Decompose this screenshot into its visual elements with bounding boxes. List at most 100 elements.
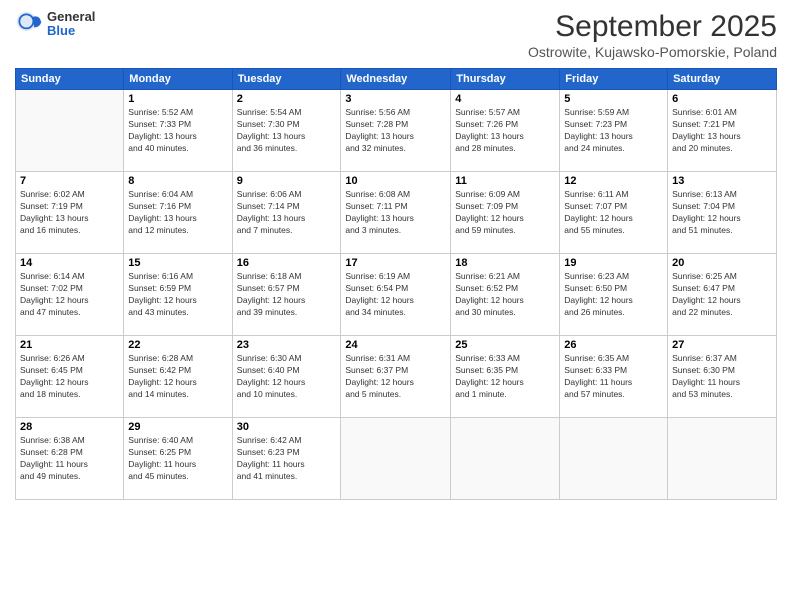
day-info: Sunrise: 6:21 AM Sunset: 6:52 PM Dayligh… bbox=[455, 271, 555, 319]
weekday-header-row: SundayMondayTuesdayWednesdayThursdayFrid… bbox=[16, 69, 777, 90]
calendar-cell: 23Sunrise: 6:30 AM Sunset: 6:40 PM Dayli… bbox=[232, 336, 341, 418]
day-number: 28 bbox=[20, 421, 119, 433]
day-number: 17 bbox=[345, 257, 446, 269]
day-info: Sunrise: 5:52 AM Sunset: 7:33 PM Dayligh… bbox=[128, 107, 227, 155]
day-info: Sunrise: 6:06 AM Sunset: 7:14 PM Dayligh… bbox=[237, 189, 337, 237]
calendar-cell: 25 Sunrise: 6:33 AM Sunset: 6:35 PM Dayli… bbox=[451, 336, 560, 418]
day-number: 26 bbox=[564, 339, 663, 351]
calendar-cell: 10 Sunrise: 6:08 AM Sunset: 7:11 PM Dayli… bbox=[341, 172, 451, 254]
logo: General Blue bbox=[15, 10, 95, 39]
day-number: 30 bbox=[237, 421, 337, 433]
calendar-cell: 16Sunrise: 6:18 AM Sunset: 6:57 PM Dayli… bbox=[232, 254, 341, 336]
day-number: 12 bbox=[564, 175, 663, 187]
calendar-page: General Blue September 2025 Ostrowite, K… bbox=[0, 0, 792, 612]
day-info: Sunrise: 6:25 AM Sunset: 6:47 PM Dayligh… bbox=[672, 271, 772, 319]
header: General Blue September 2025 Ostrowite, K… bbox=[15, 10, 777, 60]
day-number: 23 bbox=[237, 339, 337, 351]
day-info: Sunrise: 6:09 AM Sunset: 7:09 PM Dayligh… bbox=[455, 189, 555, 237]
day-info: Sunrise: 6:37 AM Sunset: 6:30 PM Dayligh… bbox=[672, 353, 772, 401]
day-info: Sunrise: 6:02 AM Sunset: 7:19 PM Dayligh… bbox=[20, 189, 119, 237]
day-number: 13 bbox=[672, 175, 772, 187]
day-number: 21 bbox=[20, 339, 119, 351]
calendar-cell: 2Sunrise: 5:54 AM Sunset: 7:30 PM Daylig… bbox=[232, 90, 341, 172]
day-number: 29 bbox=[128, 421, 227, 433]
calendar-cell: 1Sunrise: 5:52 AM Sunset: 7:33 PM Daylig… bbox=[124, 90, 232, 172]
day-number: 8 bbox=[128, 175, 227, 187]
day-number: 18 bbox=[455, 257, 555, 269]
day-info: Sunrise: 6:31 AM Sunset: 6:37 PM Dayligh… bbox=[345, 353, 446, 401]
week-row-5: 28 Sunrise: 6:38 AM Sunset: 6:28 PM Dayli… bbox=[16, 418, 777, 500]
day-number: 16 bbox=[237, 257, 337, 269]
day-info: Sunrise: 6:33 AM Sunset: 6:35 PM Dayligh… bbox=[455, 353, 555, 401]
logo-text: General Blue bbox=[47, 10, 95, 39]
calendar-cell: 24 Sunrise: 6:31 AM Sunset: 6:37 PM Dayli… bbox=[341, 336, 451, 418]
week-row-3: 14 Sunrise: 6:14 AM Sunset: 7:02 PM Dayli… bbox=[16, 254, 777, 336]
day-info: Sunrise: 6:01 AM Sunset: 7:21 PM Dayligh… bbox=[672, 107, 772, 155]
week-row-2: 7Sunrise: 6:02 AM Sunset: 7:19 PM Daylig… bbox=[16, 172, 777, 254]
calendar-cell: 14 Sunrise: 6:14 AM Sunset: 7:02 PM Dayli… bbox=[16, 254, 124, 336]
calendar-cell: 9 Sunrise: 6:06 AM Sunset: 7:14 PM Daylig… bbox=[232, 172, 341, 254]
day-number: 14 bbox=[20, 257, 119, 269]
day-number: 5 bbox=[564, 93, 663, 105]
logo-general: General bbox=[47, 10, 95, 24]
day-number: 27 bbox=[672, 339, 772, 351]
day-info: Sunrise: 6:11 AM Sunset: 7:07 PM Dayligh… bbox=[564, 189, 663, 237]
calendar-cell: 29 Sunrise: 6:40 AM Sunset: 6:25 PM Dayli… bbox=[124, 418, 232, 500]
logo-icon bbox=[15, 10, 43, 38]
weekday-header-wednesday: Wednesday bbox=[341, 69, 451, 90]
day-info: Sunrise: 6:13 AM Sunset: 7:04 PM Dayligh… bbox=[672, 189, 772, 237]
calendar-cell: 8 Sunrise: 6:04 AM Sunset: 7:16 PM Daylig… bbox=[124, 172, 232, 254]
day-number: 9 bbox=[237, 175, 337, 187]
weekday-header-sunday: Sunday bbox=[16, 69, 124, 90]
day-info: Sunrise: 6:42 AM Sunset: 6:23 PM Dayligh… bbox=[237, 435, 337, 483]
day-number: 3 bbox=[345, 93, 446, 105]
day-info: Sunrise: 6:28 AM Sunset: 6:42 PM Dayligh… bbox=[128, 353, 227, 401]
calendar-cell: 11Sunrise: 6:09 AM Sunset: 7:09 PM Dayli… bbox=[451, 172, 560, 254]
day-info: Sunrise: 6:38 AM Sunset: 6:28 PM Dayligh… bbox=[20, 435, 119, 483]
day-info: Sunrise: 6:26 AM Sunset: 6:45 PM Dayligh… bbox=[20, 353, 119, 401]
day-number: 24 bbox=[345, 339, 446, 351]
day-info: Sunrise: 5:59 AM Sunset: 7:23 PM Dayligh… bbox=[564, 107, 663, 155]
calendar-cell: 12 Sunrise: 6:11 AM Sunset: 7:07 PM Dayli… bbox=[560, 172, 668, 254]
calendar-cell: 21 Sunrise: 6:26 AM Sunset: 6:45 PM Dayli… bbox=[16, 336, 124, 418]
calendar-cell bbox=[341, 418, 451, 500]
calendar-cell: 28 Sunrise: 6:38 AM Sunset: 6:28 PM Dayli… bbox=[16, 418, 124, 500]
day-number: 10 bbox=[345, 175, 446, 187]
calendar-cell bbox=[451, 418, 560, 500]
calendar-cell: 26 Sunrise: 6:35 AM Sunset: 6:33 PM Dayli… bbox=[560, 336, 668, 418]
calendar-cell: 30 Sunrise: 6:42 AM Sunset: 6:23 PM Dayli… bbox=[232, 418, 341, 500]
week-row-1: 1Sunrise: 5:52 AM Sunset: 7:33 PM Daylig… bbox=[16, 90, 777, 172]
day-number: 25 bbox=[455, 339, 555, 351]
day-number: 15 bbox=[128, 257, 227, 269]
title-block: September 2025 Ostrowite, Kujawsko-Pomor… bbox=[528, 10, 777, 60]
day-number: 2 bbox=[237, 93, 337, 105]
calendar-cell bbox=[668, 418, 777, 500]
calendar-cell: 15 Sunrise: 6:16 AM Sunset: 6:59 PM Dayli… bbox=[124, 254, 232, 336]
day-info: Sunrise: 6:40 AM Sunset: 6:25 PM Dayligh… bbox=[128, 435, 227, 483]
calendar-cell: 20Sunrise: 6:25 AM Sunset: 6:47 PM Dayli… bbox=[668, 254, 777, 336]
calendar-table: SundayMondayTuesdayWednesdayThursdayFrid… bbox=[15, 68, 777, 500]
calendar-cell bbox=[16, 90, 124, 172]
day-info: Sunrise: 6:08 AM Sunset: 7:11 PM Dayligh… bbox=[345, 189, 446, 237]
calendar-cell: 18 Sunrise: 6:21 AM Sunset: 6:52 PM Dayli… bbox=[451, 254, 560, 336]
day-info: Sunrise: 5:56 AM Sunset: 7:28 PM Dayligh… bbox=[345, 107, 446, 155]
subtitle: Ostrowite, Kujawsko-Pomorskie, Poland bbox=[528, 44, 777, 60]
day-info: Sunrise: 6:19 AM Sunset: 6:54 PM Dayligh… bbox=[345, 271, 446, 319]
weekday-header-saturday: Saturday bbox=[668, 69, 777, 90]
weekday-header-tuesday: Tuesday bbox=[232, 69, 341, 90]
calendar-cell: 17 Sunrise: 6:19 AM Sunset: 6:54 PM Dayli… bbox=[341, 254, 451, 336]
calendar-cell: 3 Sunrise: 5:56 AM Sunset: 7:28 PM Daylig… bbox=[341, 90, 451, 172]
day-info: Sunrise: 6:16 AM Sunset: 6:59 PM Dayligh… bbox=[128, 271, 227, 319]
weekday-header-monday: Monday bbox=[124, 69, 232, 90]
day-info: Sunrise: 6:04 AM Sunset: 7:16 PM Dayligh… bbox=[128, 189, 227, 237]
calendar-cell: 13 Sunrise: 6:13 AM Sunset: 7:04 PM Dayli… bbox=[668, 172, 777, 254]
day-info: Sunrise: 6:14 AM Sunset: 7:02 PM Dayligh… bbox=[20, 271, 119, 319]
day-info: Sunrise: 6:35 AM Sunset: 6:33 PM Dayligh… bbox=[564, 353, 663, 401]
calendar-cell: 7Sunrise: 6:02 AM Sunset: 7:19 PM Daylig… bbox=[16, 172, 124, 254]
day-info: Sunrise: 5:57 AM Sunset: 7:26 PM Dayligh… bbox=[455, 107, 555, 155]
month-title: September 2025 bbox=[528, 10, 777, 44]
day-number: 19 bbox=[564, 257, 663, 269]
day-number: 4 bbox=[455, 93, 555, 105]
logo-blue: Blue bbox=[47, 24, 95, 38]
calendar-cell: 22Sunrise: 6:28 AM Sunset: 6:42 PM Dayli… bbox=[124, 336, 232, 418]
